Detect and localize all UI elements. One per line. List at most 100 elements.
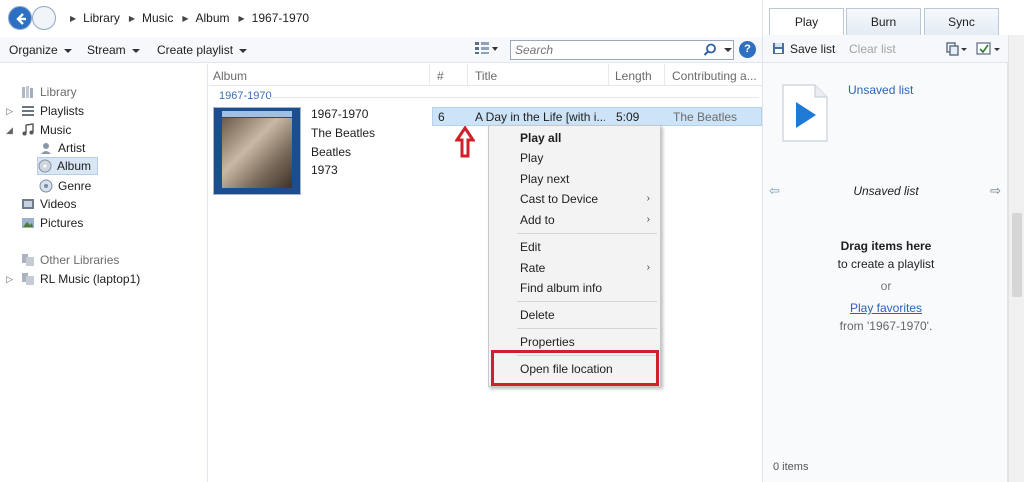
search-options-caret-icon[interactable] [724, 48, 732, 52]
column-title[interactable]: Title [475, 69, 497, 86]
nav-library[interactable]: Library [21, 83, 77, 101]
column-album[interactable]: Album [213, 69, 247, 86]
column-divider[interactable] [429, 64, 430, 86]
from-text: from '1967-1970'. [839, 319, 933, 333]
play-favorites-link[interactable]: Play favorites [763, 299, 1009, 317]
pictures-icon [22, 218, 34, 228]
checklist-icon[interactable] [976, 41, 1002, 56]
drag-heading: Drag items here [840, 239, 932, 253]
organize-label: Organize [9, 43, 58, 57]
back-arrow-icon [16, 13, 26, 25]
tab-burn[interactable]: Burn [846, 8, 921, 35]
submenu-arrow-icon: › [646, 214, 650, 225]
group-header: 1967-1970 [219, 90, 272, 102]
album-art-photo [222, 118, 292, 188]
nav-pictures-label: Pictures [40, 216, 84, 230]
album-disc-icon [38, 159, 52, 173]
album-year: 1973 [311, 163, 338, 177]
list-pane: Save list Clear list Unsaved list ⇦ Unsa… [762, 35, 1009, 482]
nav-playlists[interactable]: Playlists [21, 102, 84, 120]
music-note-icon [22, 123, 34, 136]
breadcrumb-current[interactable]: 1967-1970 [252, 11, 309, 25]
forward-button[interactable] [32, 6, 56, 30]
list-options-icon[interactable] [946, 41, 968, 56]
highlight-annotation-box [491, 350, 659, 386]
nav-music[interactable]: Music [21, 121, 71, 139]
view-caret-icon[interactable] [492, 47, 498, 51]
column-divider[interactable] [467, 64, 468, 86]
menu-item-properties[interactable]: Properties [520, 335, 575, 349]
column-length[interactable]: Length [615, 69, 652, 86]
album-artist: The Beatles [311, 126, 376, 140]
submenu-arrow-icon: › [646, 262, 650, 273]
stream-menu[interactable]: Stream [87, 43, 140, 57]
scrollbar-thumb[interactable] [1012, 213, 1022, 297]
album-album-artist: Beatles [311, 145, 352, 159]
up-arrow-annotation-icon [455, 126, 475, 158]
column-divider[interactable] [664, 64, 665, 86]
nav-videos[interactable]: Videos [21, 195, 76, 213]
menu-item-cast-to-device[interactable]: Cast to Device [520, 192, 598, 206]
track-title: A Day in the Life [with i... [475, 110, 605, 124]
save-list-button[interactable]: Save list [790, 42, 835, 56]
nav-rl-music[interactable]: RL Music (laptop1) [21, 270, 140, 288]
back-button[interactable] [8, 6, 32, 30]
column-divider[interactable] [608, 64, 609, 86]
search-input[interactable] [511, 41, 691, 59]
navigation-pane: Library ▷ Playlists ◢ Music Artist Album… [0, 64, 208, 482]
nav-genre[interactable]: Genre [39, 177, 91, 195]
nav-album[interactable]: Album [37, 157, 99, 175]
nav-other-libraries-label: Other Libraries [40, 253, 120, 267]
album-title: 1967-1970 [311, 107, 369, 121]
collapse-icon[interactable]: ◢ [6, 125, 13, 136]
view-options-icon[interactable] [474, 41, 490, 55]
organize-menu[interactable]: Organize [9, 43, 72, 57]
menu-item-play-all[interactable]: Play all [520, 131, 561, 145]
nav-genre-label: Genre [58, 179, 92, 193]
help-icon[interactable]: ? [739, 41, 756, 58]
nav-pictures[interactable]: Pictures [21, 214, 83, 232]
caret-down-icon [239, 48, 248, 53]
unsaved-list-link[interactable]: Unsaved list [848, 83, 913, 97]
breadcrumb-music[interactable]: Music [142, 11, 173, 25]
create-playlist-menu[interactable]: Create playlist [157, 43, 248, 57]
menu-separator [517, 301, 657, 302]
empty-list-hint: Drag items here to create a playlist or … [763, 237, 1009, 335]
expand-icon[interactable]: ▷ [6, 274, 13, 285]
list-title-bar: ⇦ Unsaved list ⇨ [763, 181, 1009, 201]
tab-sync[interactable]: Sync [924, 8, 999, 35]
submenu-arrow-icon: › [646, 193, 650, 204]
menu-item-add-to[interactable]: Add to [520, 213, 555, 227]
nav-other-libraries[interactable]: Other Libraries [21, 251, 119, 269]
list-scrollbar[interactable] [1008, 35, 1024, 482]
album-art[interactable] [213, 107, 301, 195]
breadcrumb-library[interactable]: Library [83, 11, 120, 25]
nav-artist[interactable]: Artist [39, 139, 85, 157]
track-length: 5:09 [616, 110, 640, 124]
nav-playlists-label: Playlists [40, 104, 85, 118]
breadcrumb-album[interactable]: Album [196, 11, 230, 25]
menu-item-play[interactable]: Play [520, 151, 543, 165]
menu-item-delete[interactable]: Delete [520, 308, 555, 322]
or-text: or [880, 279, 892, 293]
search-icon[interactable] [703, 43, 717, 57]
menu-item-find-album-info[interactable]: Find album info [520, 281, 602, 295]
column-number[interactable]: # [437, 69, 444, 86]
clear-list-button[interactable]: Clear list [849, 42, 896, 56]
chevron-right-icon: ▶ [70, 13, 77, 23]
artist-icon [41, 143, 51, 154]
list-title: Unsaved list [853, 184, 919, 198]
content-pane: Album # Title Length Contributing a... 1… [209, 64, 762, 482]
menu-item-play-next[interactable]: Play next [520, 172, 569, 186]
item-count-status: 0 items [773, 461, 809, 473]
column-contributing-artist[interactable]: Contributing a... [672, 69, 757, 86]
menu-item-rate[interactable]: Rate [520, 261, 545, 275]
menu-item-edit[interactable]: Edit [520, 240, 541, 254]
expand-icon[interactable]: ▷ [6, 106, 13, 117]
caret-down-icon [131, 48, 140, 53]
list-toolbar: Save list Clear list [763, 35, 1009, 63]
next-list-arrow-icon[interactable]: ⇨ [990, 183, 1001, 199]
tab-play[interactable]: Play [769, 8, 844, 36]
chevron-right-icon: ▶ [238, 13, 245, 23]
table-row[interactable]: 6 A Day in the Life [with i... 5:09 The … [432, 107, 762, 126]
